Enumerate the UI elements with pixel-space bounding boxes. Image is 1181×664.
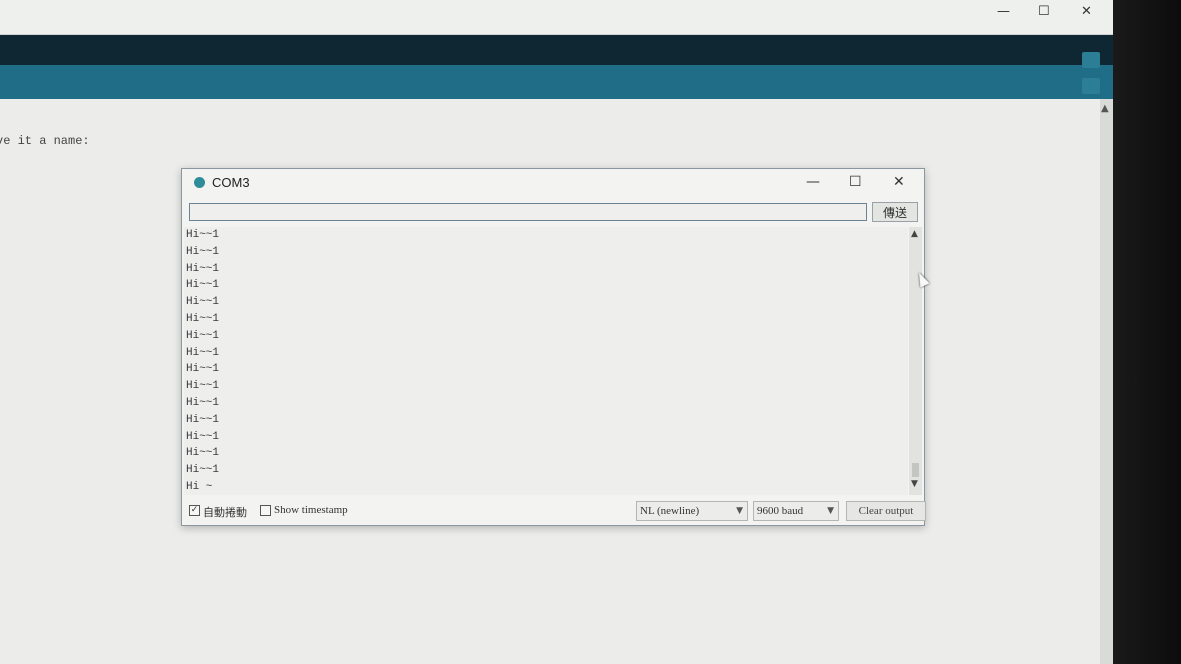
chevron-down-icon: ▼ bbox=[736, 506, 743, 516]
scroll-up-icon[interactable]: ▲ bbox=[1101, 103, 1109, 114]
scroll-down-icon[interactable]: ▼ bbox=[911, 479, 918, 489]
baud-rate-value: 9600 baud bbox=[757, 505, 804, 517]
output-line: Hi~~1 bbox=[186, 329, 220, 342]
ide-maximize-button[interactable]: ☐ bbox=[1038, 4, 1050, 19]
timestamp-label: Show timestamp bbox=[274, 504, 348, 516]
window-title: COM3 bbox=[212, 175, 250, 190]
output-line: Hi~~1 bbox=[186, 279, 220, 292]
output-line: Hi~~1 bbox=[186, 296, 220, 309]
output-line: Hi~~1 bbox=[186, 430, 220, 443]
output-line: Hi~~1 bbox=[186, 346, 220, 359]
serial-output: Hi~~1 Hi~~1 Hi~~1 Hi~~1 Hi~~1 Hi~~1 Hi~~1 Hi~~1… bbox=[184, 227, 908, 495]
tab-menu-button[interactable] bbox=[1082, 78, 1100, 94]
line-ending-value: NL (newline) bbox=[640, 505, 700, 517]
ide-titlebar bbox=[0, 0, 1113, 35]
output-line: Hi ~ bbox=[186, 480, 213, 493]
output-line: Hi~~1 bbox=[186, 229, 220, 241]
output-line: Hi~~1 bbox=[186, 447, 220, 460]
maximize-button[interactable]: ☐ bbox=[849, 174, 862, 190]
close-button[interactable]: ✕ bbox=[893, 174, 905, 190]
ide-toolbar bbox=[0, 65, 1113, 99]
serial-monitor-window: COM3 — ☐ ✕ 傳送 Hi~~1 Hi~~1 Hi~~1 Hi~~1 Hi~~1 H… bbox=[181, 168, 926, 526]
monitor-bezel bbox=[1113, 0, 1181, 664]
send-button[interactable]: 傳送 bbox=[872, 202, 918, 222]
serial-plotter-button[interactable] bbox=[1082, 52, 1100, 68]
scrollbar-thumb[interactable] bbox=[912, 463, 919, 477]
minimize-button[interactable]: — bbox=[806, 174, 820, 190]
arduino-logo-icon bbox=[194, 177, 205, 188]
baud-rate-select[interactable]: 9600 baud ▼ bbox=[753, 501, 839, 521]
serial-send-input[interactable] bbox=[189, 203, 867, 221]
chevron-down-icon: ▼ bbox=[827, 506, 834, 516]
output-line: Hi~~1 bbox=[186, 312, 220, 325]
output-line: Hi~~1 bbox=[186, 396, 220, 409]
ide-minimize-button[interactable]: — bbox=[997, 4, 1010, 19]
output-line: Hi~~1 bbox=[186, 363, 220, 376]
clear-output-button[interactable]: Clear output bbox=[846, 501, 926, 521]
output-line: Hi~~1 bbox=[186, 245, 220, 258]
serial-monitor-titlebar: COM3 — ☐ ✕ bbox=[182, 169, 924, 199]
editor-text: ve it a name: bbox=[0, 134, 90, 148]
output-line: Hi~~1 bbox=[186, 413, 220, 426]
output-scrollbar[interactable]: ▲ ▼ bbox=[909, 227, 922, 495]
timestamp-checkbox[interactable] bbox=[260, 505, 271, 516]
line-ending-select[interactable]: NL (newline) ▼ bbox=[636, 501, 748, 521]
output-line: Hi~~1 bbox=[186, 380, 220, 393]
output-line: Hi~~1 bbox=[186, 262, 220, 275]
autoscroll-checkbox[interactable]: ✓ bbox=[189, 505, 200, 516]
scroll-up-icon[interactable]: ▲ bbox=[911, 229, 918, 239]
ide-menu-bar bbox=[0, 35, 1113, 65]
editor-scrollbar[interactable] bbox=[1100, 99, 1113, 664]
autoscroll-label: 自動捲動 bbox=[203, 507, 247, 519]
ide-close-button[interactable]: ✕ bbox=[1081, 4, 1092, 19]
output-line: Hi~~1 bbox=[186, 464, 220, 477]
serial-monitor-footer: ✓ 自動捲動 Show timestamp NL (newline) ▼ 960… bbox=[182, 499, 926, 525]
